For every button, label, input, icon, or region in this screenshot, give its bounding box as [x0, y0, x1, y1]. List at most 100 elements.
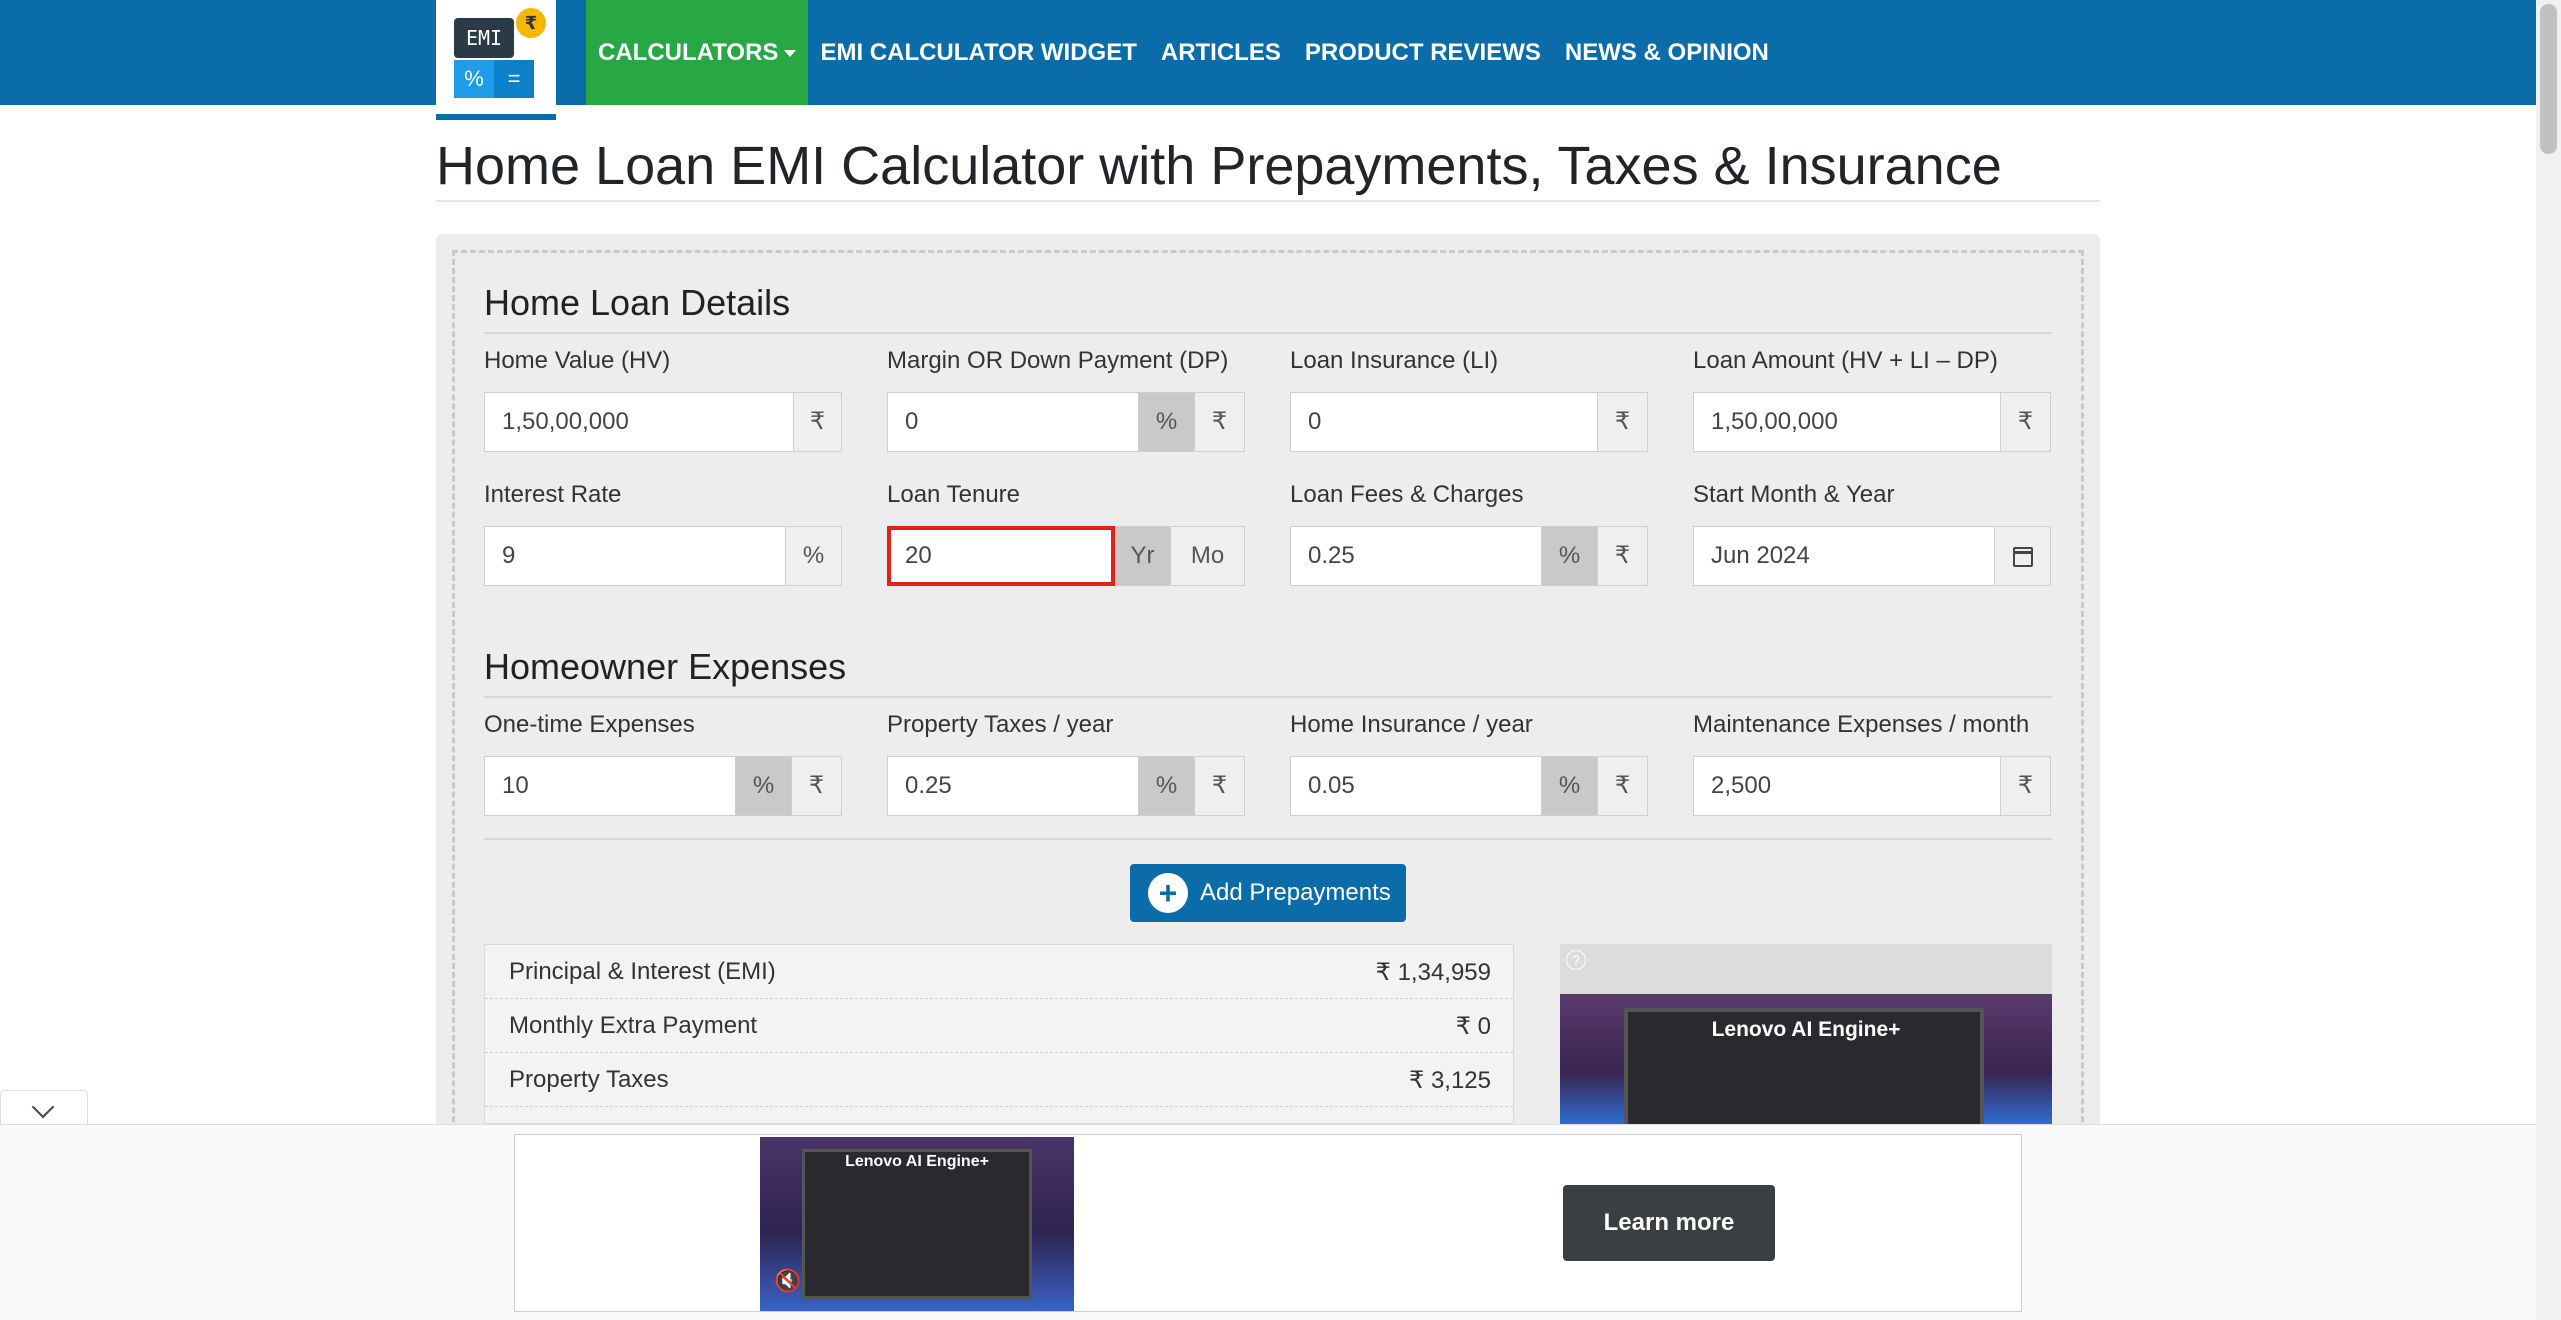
home-insurance-percent-toggle[interactable]: %: [1542, 756, 1598, 816]
loan-insurance-input[interactable]: [1290, 392, 1598, 452]
prepayments-divider: [484, 838, 2052, 840]
loan-fees-percent-toggle[interactable]: %: [1542, 526, 1598, 586]
loan-amount-group: ₹: [1693, 392, 2051, 452]
loan-details-heading: Home Loan Details: [484, 282, 791, 323]
nav-news-opinion[interactable]: NEWS & OPINION: [1553, 0, 1781, 105]
maintenance-group: ₹: [1693, 756, 2051, 816]
loan-tenure-group: Yr Mo: [887, 526, 1245, 586]
summary-value: ₹ 1,34,959: [1375, 959, 1491, 986]
property-taxes-rupee-toggle[interactable]: ₹: [1195, 756, 1245, 816]
home-value-rupee-addon: ₹: [794, 392, 842, 452]
home-value-label: Home Value (HV): [484, 347, 671, 374]
add-prepayments-label: Add Prepayments: [1200, 879, 1391, 906]
main-nav: CALCULATORS EMI CALCULATOR WIDGET ARTICL…: [586, 0, 1781, 105]
one-time-expenses-group: % ₹: [484, 756, 842, 816]
table-row: Monthly Extra Payment ₹ 0: [485, 999, 1513, 1053]
nav-emi-widget[interactable]: EMI CALCULATOR WIDGET: [808, 0, 1148, 105]
summary-value: ₹ 3,125: [1409, 1067, 1491, 1094]
one-time-rupee-toggle[interactable]: ₹: [792, 756, 842, 816]
bottom-advertisement[interactable]: Lenovo AI Engine+ 🔇 Learn more: [514, 1134, 2022, 1312]
side-advertisement[interactable]: ? Lenovo AI Engine+: [1560, 944, 2052, 1124]
ad-video-thumbnail[interactable]: Lenovo AI Engine+ 🔇: [760, 1137, 1074, 1311]
maintenance-rupee-addon: ₹: [2001, 756, 2051, 816]
down-payment-group: % ₹: [887, 392, 1245, 452]
maintenance-input[interactable]: [1693, 756, 2001, 816]
collapse-ad-button[interactable]: [0, 1090, 88, 1126]
add-prepayments-button[interactable]: + Add Prepayments: [1130, 864, 1406, 922]
logo-calculator-screen: EMI: [454, 18, 514, 58]
property-taxes-input[interactable]: [887, 756, 1139, 816]
one-time-expenses-input[interactable]: [484, 756, 736, 816]
loan-details-divider: [484, 332, 2052, 334]
loan-fees-rupee-toggle[interactable]: ₹: [1598, 526, 1648, 586]
home-value-group: ₹: [484, 392, 842, 452]
summary-label: Property Taxes: [509, 1066, 669, 1093]
property-taxes-group: % ₹: [887, 756, 1245, 816]
property-taxes-percent-toggle[interactable]: %: [1139, 756, 1195, 816]
loan-fees-label: Loan Fees & Charges: [1290, 481, 1524, 508]
one-time-expenses-label: One-time Expenses: [484, 711, 695, 738]
caret-down-icon: [784, 50, 797, 58]
ad-help-icon[interactable]: ?: [1566, 950, 1586, 970]
maintenance-label: Maintenance Expenses / month: [1693, 711, 2030, 738]
nav-calculators-label: CALCULATORS: [598, 39, 779, 66]
loan-amount-input[interactable]: [1693, 392, 2001, 452]
page-title: Home Loan EMI Calculator with Prepayment…: [436, 136, 2002, 196]
property-taxes-label: Property Taxes / year: [887, 711, 1114, 738]
loan-insurance-rupee-addon: ₹: [1598, 392, 1648, 452]
loan-tenure-label: Loan Tenure: [887, 481, 1021, 508]
nav-articles[interactable]: ARTICLES: [1149, 0, 1293, 105]
logo-percent-key: %: [454, 60, 494, 98]
page-scrollbar[interactable]: [2536, 0, 2561, 1320]
home-insurance-rupee-toggle[interactable]: ₹: [1598, 756, 1648, 816]
calendar-icon: [2012, 546, 2033, 567]
logo-equals-key: =: [494, 60, 534, 98]
ad-brand-text: Lenovo AI Engine+: [845, 1153, 989, 1170]
interest-rate-input[interactable]: [484, 526, 786, 586]
loan-fees-group: % ₹: [1290, 526, 1648, 586]
table-row: Property Taxes ₹ 3,125: [485, 1053, 1513, 1107]
down-payment-rupee-toggle[interactable]: ₹: [1195, 392, 1245, 452]
home-insurance-label: Home Insurance / year: [1290, 711, 1533, 738]
homeowner-expenses-heading: Homeowner Expenses: [484, 646, 847, 687]
home-insurance-input[interactable]: [1290, 756, 1542, 816]
loan-amount-label: Loan Amount (HV + LI – DP): [1693, 347, 1998, 374]
nav-calculators[interactable]: CALCULATORS: [586, 0, 809, 105]
mute-icon[interactable]: 🔇: [774, 1267, 802, 1295]
loan-tenure-input[interactable]: [887, 526, 1115, 586]
start-month-input[interactable]: [1693, 526, 1995, 586]
plus-circle-icon: +: [1148, 873, 1188, 913]
home-value-input[interactable]: [484, 392, 794, 452]
loan-insurance-label: Loan Insurance (LI): [1290, 347, 1499, 374]
tenure-months-toggle[interactable]: Mo: [1171, 526, 1245, 586]
down-payment-percent-toggle[interactable]: %: [1139, 392, 1195, 452]
site-logo[interactable]: EMI ₹ % =: [436, 0, 556, 120]
loan-insurance-group: ₹: [1290, 392, 1648, 452]
nav-product-reviews[interactable]: PRODUCT REVIEWS: [1293, 0, 1553, 105]
chevron-down-icon: [31, 1095, 55, 1119]
interest-rate-label: Interest Rate: [484, 481, 622, 508]
summary-label: Monthly Extra Payment: [509, 1012, 758, 1039]
tenure-years-toggle[interactable]: Yr: [1115, 526, 1171, 586]
home-insurance-group: % ₹: [1290, 756, 1648, 816]
interest-rate-group: %: [484, 526, 842, 586]
summary-label: Principal & Interest (EMI): [509, 958, 776, 985]
title-divider: [436, 200, 2100, 202]
table-row: Principal & Interest (EMI) ₹ 1,34,959: [485, 945, 1513, 999]
one-time-percent-toggle[interactable]: %: [736, 756, 792, 816]
ad-brand-text: Lenovo AI Engine+: [1711, 1018, 1901, 1041]
learn-more-button[interactable]: Learn more: [1563, 1185, 1775, 1261]
loan-amount-rupee-addon: ₹: [2001, 392, 2051, 452]
start-month-label: Start Month & Year: [1693, 481, 1895, 508]
interest-rate-percent-addon: %: [786, 526, 842, 586]
rupee-coin-icon: ₹: [516, 8, 546, 38]
calendar-button[interactable]: [1995, 526, 2051, 586]
homeowner-expenses-divider: [484, 696, 2052, 698]
down-payment-input[interactable]: [887, 392, 1139, 452]
ad-image: Lenovo AI Engine+: [1560, 994, 2052, 1124]
down-payment-label: Margin OR Down Payment (DP): [887, 347, 1229, 374]
scrollbar-thumb[interactable]: [2540, 4, 2557, 154]
start-month-group: [1693, 526, 2051, 586]
loan-fees-input[interactable]: [1290, 526, 1542, 586]
laptop-screen-image: [802, 1149, 1032, 1299]
